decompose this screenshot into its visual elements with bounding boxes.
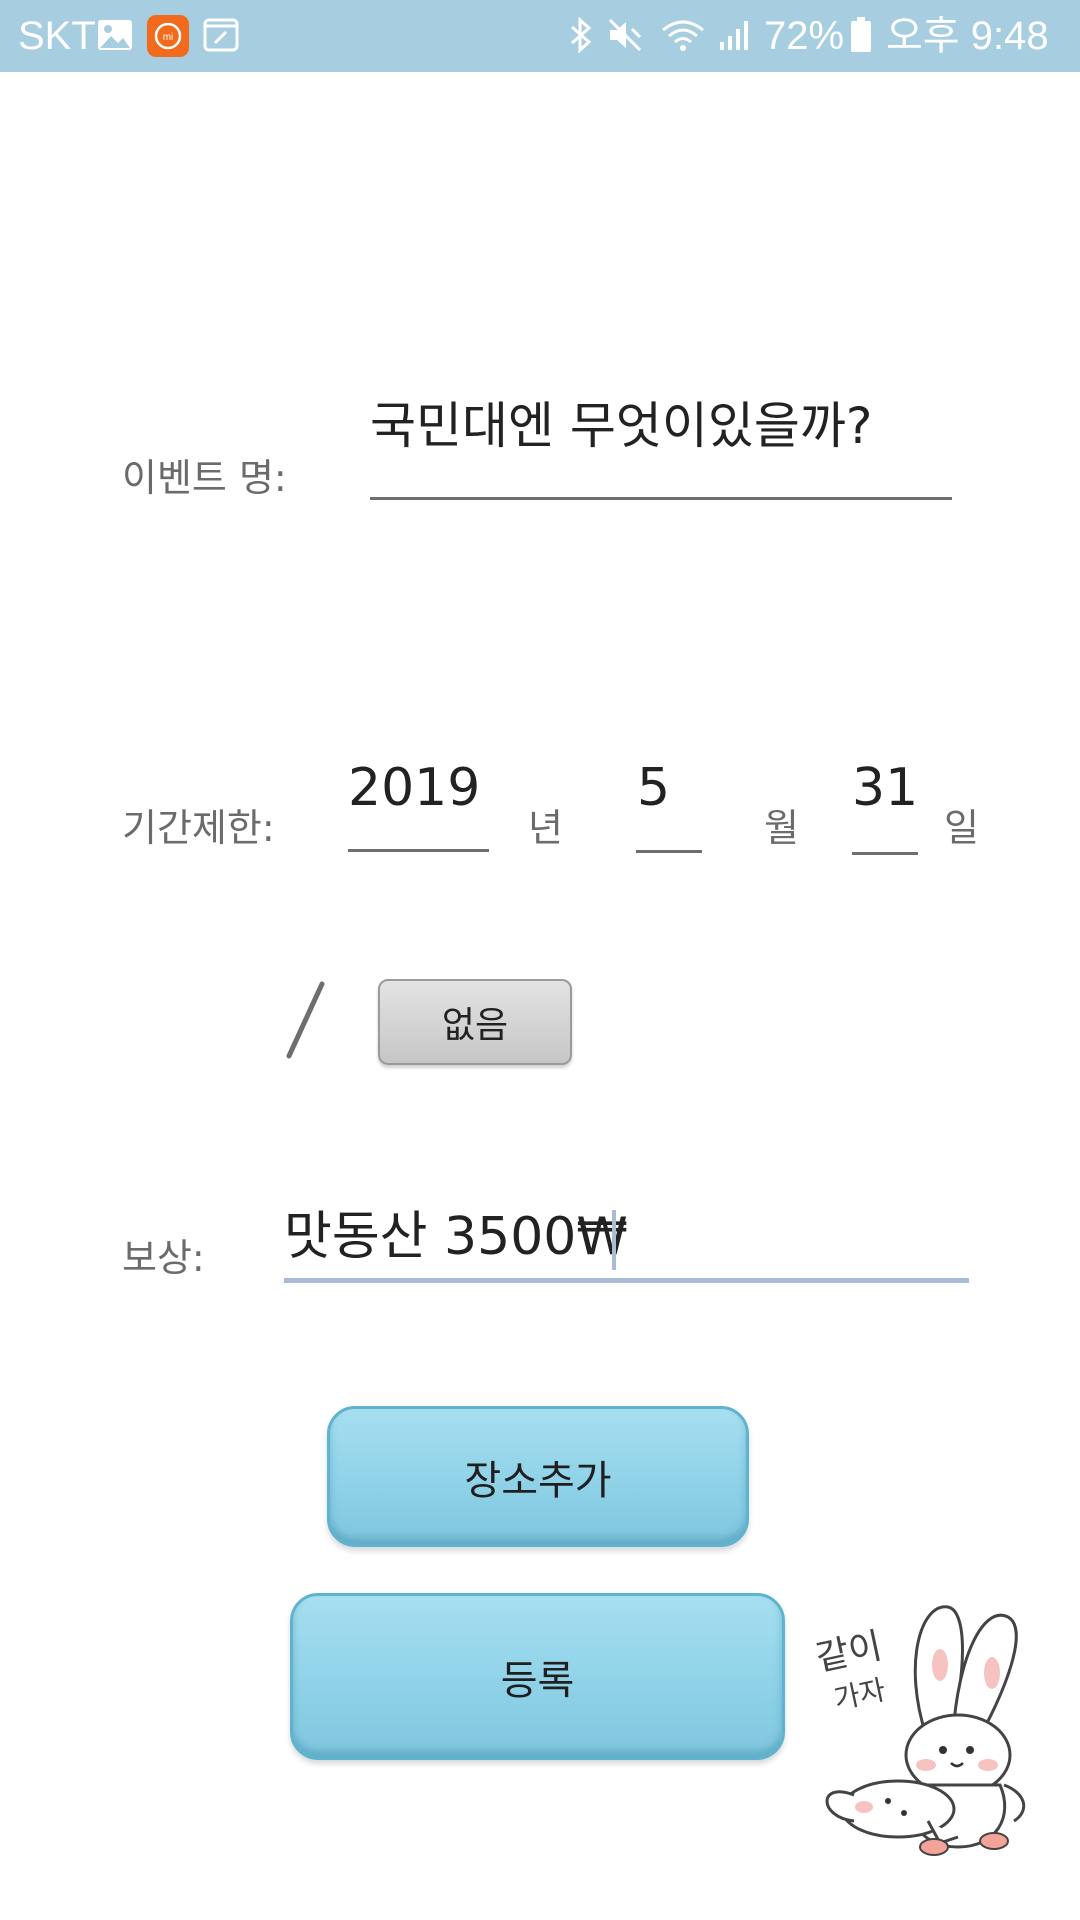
day-value[interactable]: 31 [852,758,918,818]
signal-icon [720,21,748,50]
battery-icon [851,17,871,52]
mi-app-icon: mi [147,15,189,57]
mute-icon [608,18,642,52]
year-value[interactable]: 2019 [348,758,480,818]
reward-underline [284,1278,969,1283]
status-bar: SKT mi 72% 오후 9:48 [0,0,1080,72]
wifi-icon [662,20,704,51]
event-name-value[interactable]: 국민대엔 무엇이있을까? [370,396,872,456]
register-button[interactable]: 등록 [290,1593,785,1760]
svg-text:mi: mi [163,32,174,43]
bunny-sticker: 같이 가자 [808,1585,1044,1875]
month-unit: 월 [764,806,799,850]
no-limit-button[interactable]: 없음 [378,979,572,1065]
month-value[interactable]: 5 [637,758,670,818]
month-underline [636,850,702,853]
battery-percent: 72% [764,14,845,58]
period-label: 기간제한: [122,806,275,850]
bluetooth-icon [571,16,592,54]
note-icon [203,18,239,52]
year-underline [348,849,489,852]
year-unit: 년 [528,806,563,850]
text-cursor [612,1210,616,1270]
reward-value[interactable]: 맛동산 3500₩ [284,1206,628,1268]
event-name-label: 이벤트 명: [122,456,287,500]
gallery-icon [98,20,132,50]
reward-label: 보상: [122,1236,205,1280]
day-unit: 일 [944,806,979,850]
add-place-button[interactable]: 장소추가 [327,1406,749,1547]
separator-slash [286,981,325,1059]
bunny-icon [825,1605,1026,1856]
day-underline [852,852,918,855]
event-name-underline [370,497,952,500]
clock: 오후 9:48 [886,14,1049,58]
carrier-label: SKT [18,14,96,58]
